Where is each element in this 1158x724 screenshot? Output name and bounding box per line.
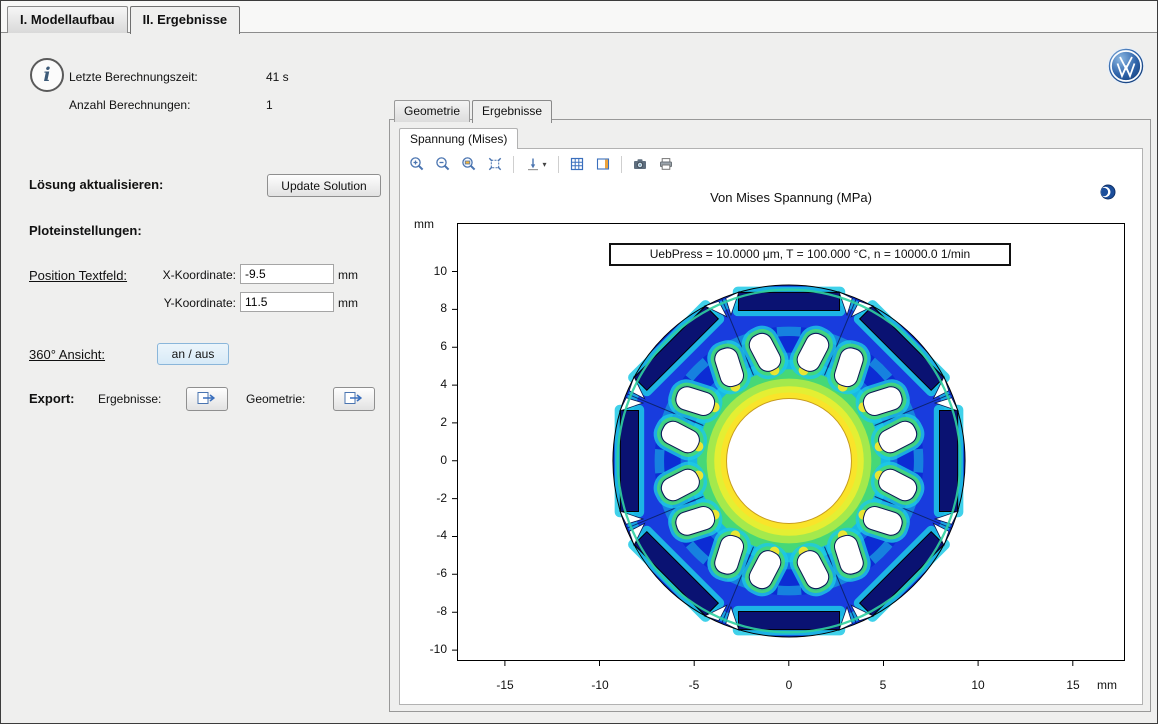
x-tick: 5 bbox=[863, 678, 903, 692]
last-computation-value: 41 s bbox=[266, 70, 289, 84]
export-results-label: Ergebnisse: bbox=[98, 392, 161, 406]
zoom-in-button[interactable] bbox=[405, 153, 429, 175]
stress-plot-canvas[interactable] bbox=[451, 217, 1131, 667]
num-computations-label: Anzahl Berechnungen: bbox=[69, 98, 190, 112]
plot-annotation-box[interactable]: UebPress = 10.0000 μm, T = 100.000 °C, n… bbox=[609, 243, 1011, 266]
grid-button[interactable] bbox=[565, 153, 589, 175]
toolbar-separator bbox=[621, 156, 622, 173]
tab-ergebnisse-inner[interactable]: Ergebnisse bbox=[472, 100, 552, 123]
x-tick: 15 bbox=[1053, 678, 1093, 692]
y-tick: -2 bbox=[419, 491, 447, 505]
view360-toggle-button[interactable]: an / aus bbox=[157, 343, 229, 365]
y-tick-marks bbox=[452, 272, 457, 651]
zoom-out-icon bbox=[435, 156, 451, 172]
snapshot-button[interactable] bbox=[628, 153, 652, 175]
plot-title: Von Mises Spannung (MPa) bbox=[457, 190, 1125, 205]
tab-modellaufbau[interactable]: I. Modellaufbau bbox=[7, 6, 128, 33]
position-textfield-label: Position Textfeld: bbox=[29, 268, 127, 283]
y-tick: 6 bbox=[419, 339, 447, 353]
zoom-in-icon bbox=[409, 156, 425, 172]
y-axis-unit: mm bbox=[414, 217, 434, 231]
export-results-button[interactable] bbox=[186, 387, 228, 411]
export-icon bbox=[197, 391, 217, 408]
x-tick: -5 bbox=[674, 678, 714, 692]
x-tick: 0 bbox=[769, 678, 809, 692]
x-coordinate-label: X-Koordinate: bbox=[156, 268, 236, 282]
x-coordinate-unit: mm bbox=[338, 268, 358, 282]
x-tick-marks bbox=[505, 661, 1073, 666]
plot-settings-label: Ploteinstellungen: bbox=[29, 223, 142, 238]
toolbar-separator bbox=[513, 156, 514, 173]
y-coordinate-unit: mm bbox=[338, 296, 358, 310]
vw-logo-icon bbox=[1107, 47, 1145, 90]
x-tick: 10 bbox=[958, 678, 998, 692]
update-section-label: Lösung aktualisieren: bbox=[29, 177, 163, 192]
results-tab-bar: Geometrie Ergebnisse bbox=[394, 100, 554, 122]
app-window: I. Modellaufbau II. Ergebnisse i Letzte … bbox=[0, 0, 1158, 724]
y-tick: -6 bbox=[419, 566, 447, 580]
y-tick: 2 bbox=[419, 415, 447, 429]
y-tick: 0 bbox=[419, 453, 447, 467]
y-tick: 4 bbox=[419, 377, 447, 391]
zoom-extents-icon bbox=[487, 156, 503, 172]
view360-label: 360° Ansicht: bbox=[29, 347, 105, 362]
export-geometry-button[interactable] bbox=[333, 387, 375, 411]
update-solution-button[interactable]: Update Solution bbox=[267, 174, 381, 197]
y-tick: -10 bbox=[419, 642, 447, 656]
tab-ergebnisse[interactable]: II. Ergebnisse bbox=[130, 6, 241, 34]
view-orientation-button[interactable]: ▾ bbox=[520, 153, 552, 175]
main-tab-bar: I. Modellaufbau II. Ergebnisse bbox=[7, 6, 242, 33]
tab-spannung-mises[interactable]: Spannung (Mises) bbox=[399, 128, 518, 149]
zoom-out-button[interactable] bbox=[431, 153, 455, 175]
x-tick: -10 bbox=[580, 678, 620, 692]
y-coordinate-label: Y-Koordinate: bbox=[156, 296, 236, 310]
x-coordinate-input[interactable] bbox=[240, 264, 334, 284]
zoom-box-button[interactable] bbox=[457, 153, 481, 175]
num-computations-value: 1 bbox=[266, 98, 273, 112]
info-icon: i bbox=[30, 58, 64, 92]
last-computation-label: Letzte Berechnungszeit: bbox=[69, 70, 198, 84]
y-tick: 10 bbox=[419, 264, 447, 278]
toolbar-separator bbox=[558, 156, 559, 173]
legend-button[interactable] bbox=[591, 153, 615, 175]
export-geometry-label: Geometrie: bbox=[246, 392, 305, 406]
y-tick: -8 bbox=[419, 604, 447, 618]
y-coordinate-input[interactable] bbox=[240, 292, 334, 312]
y-tick: -4 bbox=[419, 528, 447, 542]
comsol-logo-icon[interactable] bbox=[1100, 184, 1116, 205]
tab-geometrie[interactable]: Geometrie bbox=[394, 100, 470, 122]
export-icon bbox=[344, 391, 364, 408]
y-tick: 8 bbox=[419, 301, 447, 315]
camera-icon bbox=[632, 156, 648, 172]
print-button[interactable] bbox=[654, 153, 678, 175]
chevron-down-icon: ▾ bbox=[542, 160, 546, 169]
printer-icon bbox=[658, 156, 674, 172]
graphics-toolbar: ▾ bbox=[405, 153, 678, 175]
export-label: Export: bbox=[29, 391, 75, 406]
zoom-box-icon bbox=[461, 156, 477, 172]
legend-icon bbox=[595, 156, 611, 172]
grid-icon bbox=[569, 156, 585, 172]
x-axis-unit: mm bbox=[1097, 678, 1117, 692]
zoom-extents-button[interactable] bbox=[483, 153, 507, 175]
x-tick: -15 bbox=[485, 678, 525, 692]
view-orientation-icon bbox=[525, 156, 541, 172]
